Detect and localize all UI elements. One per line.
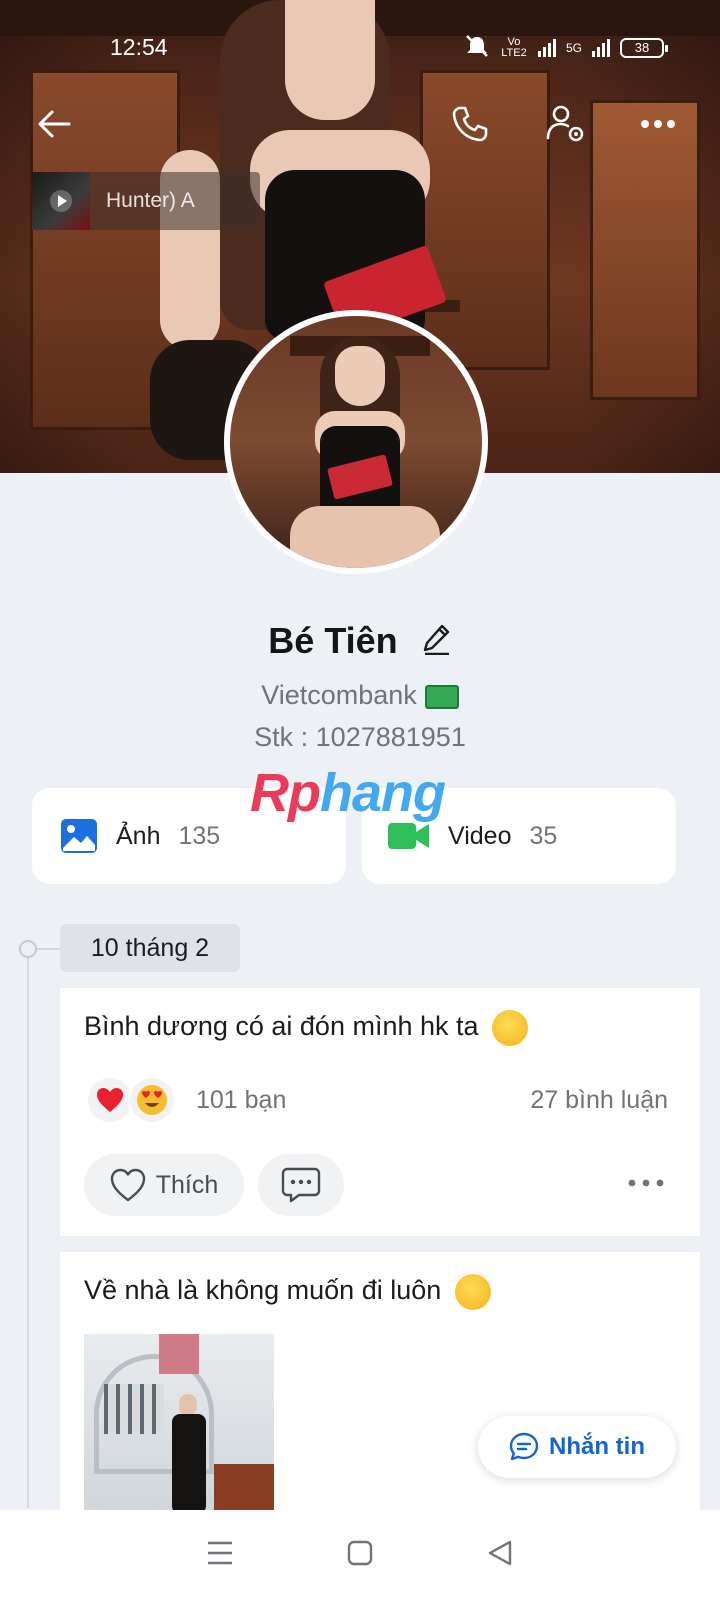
- send-message-button[interactable]: Nhắn tin: [478, 1416, 676, 1478]
- bio-bank: Vietcombank: [261, 680, 417, 710]
- like-label: Thích: [155, 1170, 219, 1199]
- timeline-date-chip: 10 tháng 2: [60, 924, 240, 972]
- status-icons: Vo LTE2 5G 38: [464, 34, 668, 61]
- profile-bio-line-2: Stk : 1027881951: [254, 722, 466, 752]
- phone-icon: [452, 106, 488, 142]
- comment-icon: [281, 1167, 321, 1203]
- comment-count[interactable]: 27 bình luận: [530, 1086, 668, 1115]
- music-title: Hunter) A: [106, 189, 195, 212]
- heart-outline-icon: [110, 1168, 145, 1202]
- back-arrow-icon: [38, 110, 71, 138]
- status-bar: 12:54 Vo LTE2 5G 38: [0, 0, 720, 96]
- battery-level: 38: [634, 40, 650, 55]
- heart-reaction-icon: [86, 1076, 134, 1124]
- send-message-label: Nhắn tin: [549, 1433, 645, 1460]
- post-text-row: Về nhà là không muốn đi luôn: [84, 1274, 491, 1310]
- watermark-logo: Rphang: [250, 762, 446, 824]
- home-button[interactable]: [346, 1539, 374, 1572]
- photos-label: Ảnh: [116, 821, 161, 850]
- chat-bubble-icon: [509, 1432, 539, 1461]
- mute-icon: [464, 34, 490, 61]
- music-cover-thumb: [32, 172, 90, 230]
- reaction-icons[interactable]: [86, 1076, 176, 1124]
- back-button[interactable]: [30, 100, 78, 148]
- volte-label: Vo LTE2: [501, 35, 527, 59]
- profile-name-row: Bé Tiên: [0, 620, 720, 664]
- profile-settings-button[interactable]: [542, 100, 590, 148]
- timeline-connector: [37, 948, 61, 950]
- pencil-icon: [423, 625, 449, 656]
- videos-label: Video: [448, 821, 512, 850]
- post-more-button[interactable]: [626, 1168, 666, 1198]
- back-triangle-icon: [488, 1540, 512, 1565]
- money-emoji-icon: [424, 684, 459, 709]
- profile-name: Bé Tiên: [268, 620, 398, 661]
- watermark-part-2: hang: [319, 763, 446, 823]
- edit-name-button[interactable]: [422, 622, 452, 664]
- watermark-part-1: Rp: [250, 763, 321, 823]
- more-options-button[interactable]: [634, 100, 682, 148]
- pleading-emoji-icon: [454, 1274, 491, 1310]
- post-text: Bình dương có ai đón mình hk ta: [84, 1011, 479, 1042]
- heart-eyes-reaction-icon: [128, 1076, 176, 1124]
- videos-count: 35: [529, 821, 558, 850]
- image-icon: [60, 818, 98, 854]
- reaction-count[interactable]: 101 bạn: [196, 1086, 286, 1115]
- video-camera-icon: [388, 821, 430, 851]
- menu-lines-icon: [208, 1541, 232, 1564]
- profile-music-player[interactable]: Hunter) A: [32, 172, 260, 230]
- comment-button[interactable]: [258, 1154, 344, 1216]
- signal-icon: [537, 38, 556, 57]
- more-horizontal-icon: [628, 1179, 664, 1187]
- profile-avatar[interactable]: [224, 310, 488, 574]
- recent-apps-button[interactable]: [206, 1540, 234, 1571]
- status-time: 12:54: [110, 34, 168, 60]
- post-text-row: Bình dương có ai đón mình hk ta: [84, 1010, 529, 1046]
- timeline-line: [27, 948, 29, 1508]
- photos-count: 135: [178, 821, 221, 850]
- post-card[interactable]: Bình dương có ai đón mình hk ta 101 bạn …: [60, 988, 700, 1236]
- system-navigation-bar: [0, 1510, 720, 1600]
- home-square-icon: [347, 1540, 373, 1565]
- post-photo[interactable]: [84, 1334, 274, 1514]
- user-settings-icon: [546, 105, 584, 142]
- battery-icon: 38: [620, 37, 668, 58]
- call-button[interactable]: [446, 100, 494, 148]
- play-icon: [50, 190, 72, 212]
- profile-bio-line-1: Vietcombank: [0, 680, 720, 711]
- network-5g-label: 5G: [565, 40, 582, 55]
- timeline-dot: [19, 940, 37, 958]
- smiling-emoji-icon: [492, 1010, 529, 1046]
- system-back-button[interactable]: [486, 1539, 514, 1572]
- signal-icon-2: [592, 38, 610, 57]
- more-horizontal-icon: [641, 120, 675, 128]
- like-button[interactable]: Thích: [84, 1154, 244, 1216]
- post-text: Về nhà là không muốn đi luôn: [84, 1275, 442, 1306]
